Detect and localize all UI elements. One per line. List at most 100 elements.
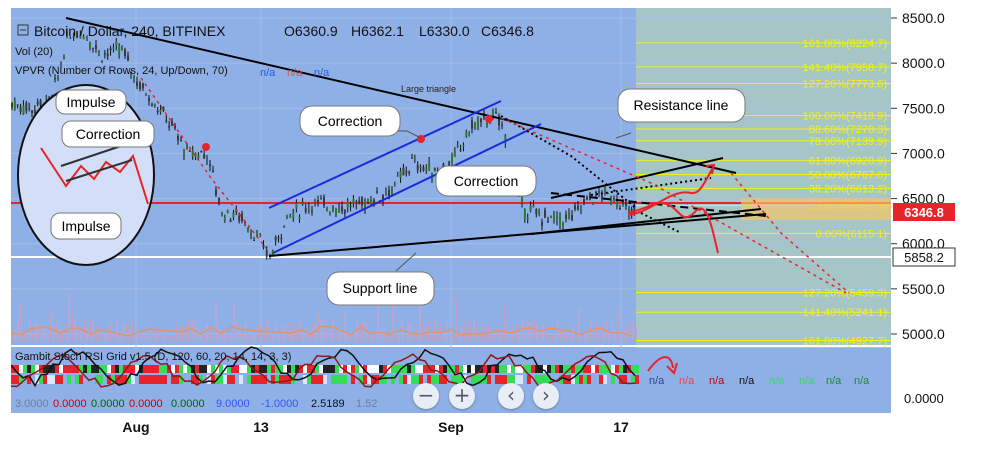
volume-bar bbox=[545, 324, 547, 341]
candle-body bbox=[501, 124, 503, 126]
candle-body bbox=[393, 184, 396, 186]
candle-body bbox=[262, 244, 265, 248]
volume-bar bbox=[173, 334, 175, 341]
volume-bar bbox=[449, 335, 451, 341]
grid-cell-b bbox=[147, 375, 151, 384]
candle-body bbox=[477, 118, 479, 126]
zoom-in-button[interactable]: + bbox=[449, 383, 475, 409]
volume-bar bbox=[389, 336, 391, 341]
price-chart[interactable]: 161.80%(8224.7) 141.40%(7958.7) 127.20%(77… bbox=[10, 8, 956, 440]
volume-bar bbox=[479, 335, 481, 341]
indicator-value-7: 2.5189 bbox=[311, 398, 345, 410]
candle-body bbox=[221, 212, 223, 215]
candle-body bbox=[495, 111, 497, 114]
candle-body bbox=[468, 133, 471, 136]
fib-label-1: 141.40%(7958.7) bbox=[803, 62, 887, 74]
grid-cell-a bbox=[455, 365, 459, 373]
candle-body bbox=[577, 205, 579, 210]
volume-bar bbox=[512, 327, 514, 341]
grid-cell-a bbox=[331, 365, 335, 373]
volume-bar bbox=[347, 333, 349, 341]
price-tick-label-0: 8500.0 bbox=[902, 10, 945, 26]
grid-cell-b bbox=[239, 375, 243, 384]
candle-body bbox=[474, 122, 476, 129]
volume-bar bbox=[131, 319, 133, 341]
grid-cell-b bbox=[143, 375, 147, 384]
grid-cell-a bbox=[83, 365, 87, 373]
low-value: L6330.0 bbox=[419, 23, 470, 39]
time-tick-label-2: Sep bbox=[438, 419, 464, 435]
volume-bar bbox=[494, 334, 496, 341]
scroll-left-button[interactable]: ‹ bbox=[498, 383, 524, 409]
grid-cell-a bbox=[31, 365, 35, 373]
indicator-na-6: n/a bbox=[826, 375, 842, 387]
fib-label-8: 38.20%(6613.2) bbox=[809, 183, 887, 195]
candle-body bbox=[168, 125, 171, 128]
grid-cell-b bbox=[611, 375, 615, 384]
candle-body bbox=[399, 171, 402, 178]
candle-body bbox=[367, 198, 369, 201]
grid-cell-b bbox=[311, 375, 315, 384]
price-tick-label-2: 7500.0 bbox=[902, 100, 945, 116]
volume-bar bbox=[101, 334, 103, 341]
volume-bar bbox=[41, 327, 43, 341]
candle-body bbox=[177, 135, 179, 141]
grid-cell-a bbox=[19, 365, 23, 373]
candle-body bbox=[206, 158, 208, 160]
indicator-value-8: 1.52 bbox=[356, 398, 377, 410]
volume-bar bbox=[623, 324, 625, 341]
candle-body bbox=[148, 98, 150, 101]
grid-cell-a bbox=[327, 365, 331, 373]
volume-bar bbox=[170, 335, 172, 341]
candle-body bbox=[36, 101, 39, 105]
indicator-na-0: n/a bbox=[649, 375, 665, 387]
candle-body bbox=[352, 198, 355, 204]
grid-cell-a bbox=[615, 365, 619, 373]
grid-cell-a bbox=[107, 365, 111, 373]
grid-cell-a bbox=[367, 365, 371, 373]
zoom-out-button[interactable]: − bbox=[413, 383, 439, 409]
candle-body bbox=[295, 202, 298, 209]
candle-body bbox=[31, 110, 33, 113]
grid-cell-a bbox=[527, 365, 531, 373]
candle-body bbox=[396, 175, 399, 177]
grid-cell-b bbox=[243, 375, 247, 384]
candle-body bbox=[63, 56, 65, 60]
volume-bar bbox=[200, 334, 202, 341]
volume-bar bbox=[257, 323, 259, 341]
grid-cell-b bbox=[327, 375, 331, 384]
grid-cell-a bbox=[611, 365, 615, 373]
grid-cell-b bbox=[407, 375, 411, 384]
grid-cell-a bbox=[619, 365, 623, 373]
candle-body bbox=[592, 202, 594, 204]
volume-bar bbox=[542, 325, 544, 341]
grid-cell-b bbox=[155, 375, 159, 384]
candle-body bbox=[200, 150, 203, 153]
volume-bar bbox=[326, 332, 328, 341]
volume-bar bbox=[569, 335, 571, 341]
volume-bar bbox=[140, 333, 142, 341]
grid-cell-a bbox=[59, 365, 63, 373]
candle-body bbox=[332, 206, 334, 212]
volume-bar bbox=[62, 336, 64, 341]
candle-body bbox=[453, 150, 456, 157]
candle-body bbox=[411, 157, 413, 159]
volume-bar bbox=[620, 335, 622, 341]
candle-body bbox=[188, 150, 191, 152]
candle-body bbox=[45, 97, 48, 99]
grid-cell-a bbox=[263, 365, 267, 373]
candle-body bbox=[183, 153, 185, 157]
grid-cell-b bbox=[259, 375, 263, 384]
volume-bar bbox=[47, 331, 49, 341]
volume-bar bbox=[68, 295, 70, 341]
scroll-right-button[interactable]: › bbox=[533, 383, 559, 409]
volume-bar bbox=[74, 319, 76, 341]
grid-cell-b bbox=[399, 375, 403, 384]
volume-bar bbox=[14, 330, 16, 341]
candle-body bbox=[159, 109, 162, 113]
candle-body bbox=[304, 208, 307, 213]
volume-bar bbox=[350, 335, 352, 341]
grid-cell-b bbox=[635, 375, 639, 384]
volume-bar bbox=[122, 323, 124, 341]
candle-body bbox=[529, 205, 532, 211]
